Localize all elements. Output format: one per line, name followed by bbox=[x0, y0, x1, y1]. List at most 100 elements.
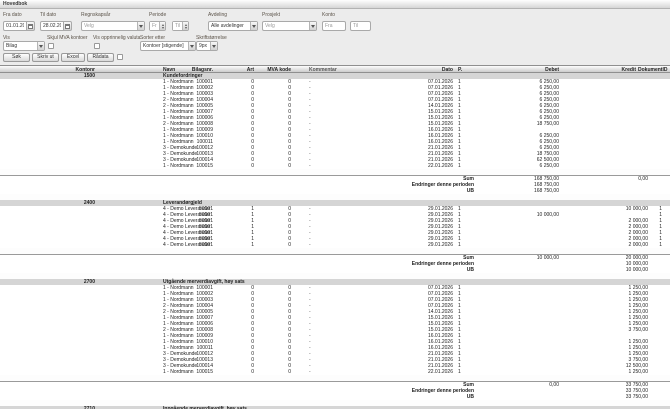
filter-fra-dato: Fra dato bbox=[3, 12, 22, 18]
closing-balance-row: UB 168 750,00 bbox=[0, 188, 670, 194]
cell-dato: 29.01.2026 bbox=[380, 242, 455, 248]
cell-kommentar: - bbox=[295, 163, 380, 169]
chevron-down-icon bbox=[137, 22, 144, 30]
calendar-icon[interactable] bbox=[64, 21, 72, 31]
closing-balance-debet bbox=[474, 394, 561, 400]
cell-art: 0 bbox=[215, 163, 258, 169]
cell-kommentar: - bbox=[295, 369, 380, 375]
calendar-icon[interactable] bbox=[27, 21, 35, 31]
fra-dato-input[interactable] bbox=[3, 21, 27, 31]
cell-bilagsnr: 100015 bbox=[170, 369, 215, 375]
regnskapsar-value: Velg bbox=[82, 22, 137, 30]
cell-dokumentid bbox=[650, 163, 670, 169]
filter-til-dato: Til dato bbox=[40, 12, 56, 18]
ledger-row: 1 - Nordmann 100015 0 0 - 22.01.2026 1 6… bbox=[0, 163, 670, 169]
fra-dato-field bbox=[3, 21, 35, 31]
group-rows: 4 - Demo Leverandør 50001 1 0 - 29.01.20… bbox=[0, 206, 670, 248]
skriv-ut-button[interactable]: Skriv ut bbox=[32, 53, 59, 62]
sorter-etter-select[interactable]: Kontoer [stigende] bbox=[140, 41, 196, 51]
vis-valuta-label: Vis opprinnelig valuta bbox=[93, 35, 140, 41]
ledger-row: 4 - Demo Leverandør 50001 1 0 - 29.01.20… bbox=[0, 242, 670, 248]
periode-til-input[interactable] bbox=[173, 22, 182, 30]
page-title: Hovedbok bbox=[0, 0, 670, 9]
sok-button[interactable]: Søk bbox=[3, 53, 30, 62]
col-periode: P. bbox=[455, 66, 468, 74]
cell-dokumentid bbox=[650, 369, 670, 375]
konto-fields bbox=[322, 21, 371, 31]
table-header-row: Kontonr Navn Bilagsnr. Art MVA kode Komm… bbox=[0, 65, 670, 73]
filter-avdeling: Avdeling Alle avdelinger bbox=[208, 12, 227, 18]
skjul-mva-checkbox[interactable] bbox=[48, 43, 54, 49]
closing-balance-row: UB 33 750,00 bbox=[0, 394, 670, 400]
group-summary: Sum 10 000,00 20 000,00 Endringer denne … bbox=[0, 254, 670, 273]
prosjekt-select[interactable]: Velg bbox=[262, 21, 317, 31]
closing-balance-kredit: 33 750,00 bbox=[561, 394, 650, 400]
closing-balance-kredit: 10 000,00 bbox=[561, 267, 650, 273]
ledger-table: Kontonr Navn Bilagsnr. Art MVA kode Komm… bbox=[0, 65, 670, 409]
periode-fra-stepper[interactable] bbox=[149, 21, 166, 31]
til-dato-input[interactable] bbox=[40, 21, 64, 31]
col-debet: Debet bbox=[468, 66, 561, 74]
cell-bilagsnr: 100015 bbox=[170, 163, 215, 169]
calendar-glyph bbox=[65, 24, 70, 29]
cell-periode: 1 bbox=[455, 163, 468, 169]
regnskapsar-label: Regnskapsår bbox=[81, 12, 110, 18]
cell-debet bbox=[468, 369, 561, 375]
filter-vis: Vis Bilag bbox=[3, 35, 10, 41]
vis-select[interactable]: Bilag bbox=[3, 41, 45, 51]
periode-fields bbox=[149, 21, 189, 31]
group-summary: Sum 168 750,00 0,00 Endringer denne peri… bbox=[0, 175, 670, 194]
avdeling-select[interactable]: Alle avdelinger bbox=[208, 21, 258, 31]
regnskapsar-select[interactable]: Velg bbox=[81, 21, 145, 31]
vis-value: Bilag bbox=[4, 42, 37, 50]
periode-til-stepper[interactable] bbox=[172, 21, 189, 31]
skjul-mva-label: Skjul MVA kontoer bbox=[47, 35, 87, 41]
group-summary: Sum 0,00 33 750,00 Endringer denne perio… bbox=[0, 381, 670, 400]
vis-valuta-checkbox[interactable] bbox=[94, 43, 100, 49]
chevron-down-icon bbox=[250, 22, 257, 30]
col-kommentar: Kommentar bbox=[295, 66, 380, 74]
account-group: 2400 Leverandørgjeld 4 - Demo Leverandør… bbox=[0, 200, 670, 273]
skriftstorrelse-select[interactable]: 9px bbox=[196, 41, 218, 51]
cell-mva-kode: 0 bbox=[258, 369, 295, 375]
filter-regnskapsar: Regnskapsår Velg bbox=[81, 12, 110, 18]
konto-til-input[interactable] bbox=[350, 21, 371, 31]
cell-dato: 22.01.2026 bbox=[380, 163, 455, 169]
filter-vis-valuta: Vis opprinnelig valuta bbox=[93, 35, 140, 41]
spinner-arrows-icon[interactable] bbox=[182, 22, 188, 30]
filter-skriftstorrelse: Skriftstørrelse 9px bbox=[196, 35, 227, 41]
periode-fra-input[interactable] bbox=[150, 22, 159, 30]
col-kredit: Kredit bbox=[561, 66, 638, 74]
spinner-arrows-icon[interactable] bbox=[159, 22, 165, 30]
konto-fra-input[interactable] bbox=[322, 21, 346, 31]
account-group: 2700 Utgående merverdiavgift, høy sats 1… bbox=[0, 279, 670, 400]
closing-balance-label: UB bbox=[0, 188, 474, 194]
filter-skjul-mva: Skjul MVA kontoer bbox=[47, 35, 87, 41]
chevron-down-icon bbox=[37, 42, 44, 50]
calendar-glyph bbox=[28, 24, 33, 29]
filter-panel: Fra dato Til dato Regnskapsår Velg Perio… bbox=[0, 9, 670, 65]
col-dokumentid: DokumentID bbox=[638, 66, 670, 74]
prosjekt-label: Prosjekt bbox=[262, 12, 280, 18]
toolbar-checkbox[interactable] bbox=[117, 54, 123, 60]
cell-dato: 22.01.2026 bbox=[380, 369, 455, 375]
cell-dokumentid: 1 bbox=[650, 242, 670, 248]
cell-periode: 1 bbox=[455, 369, 468, 375]
col-dato: Dato bbox=[380, 66, 455, 74]
cell-periode: 1 bbox=[455, 242, 468, 248]
skriftstorrelse-value: 9px bbox=[197, 42, 210, 50]
cell-mva-kode: 0 bbox=[258, 242, 295, 248]
closing-balance-label: UB bbox=[0, 394, 474, 400]
closing-balance-debet bbox=[474, 267, 561, 273]
group-rows: 1 - Nordmann 100001 0 0 - 07.01.2026 1 6… bbox=[0, 79, 670, 169]
avdeling-value: Alle avdelinger bbox=[209, 22, 250, 30]
chevron-down-icon bbox=[188, 42, 195, 50]
avdeling-label: Avdeling bbox=[208, 12, 227, 18]
excel-button[interactable]: Excel bbox=[61, 53, 85, 62]
cell-debet bbox=[468, 242, 561, 248]
group-rows: 1 - Nordmann 100001 0 0 - 07.01.2026 1 1… bbox=[0, 285, 670, 375]
filter-konto: Konto bbox=[322, 12, 335, 18]
periode-label: Periode bbox=[149, 12, 166, 18]
cell-kredit bbox=[561, 163, 650, 169]
radata-button[interactable]: Rådata bbox=[87, 53, 114, 62]
